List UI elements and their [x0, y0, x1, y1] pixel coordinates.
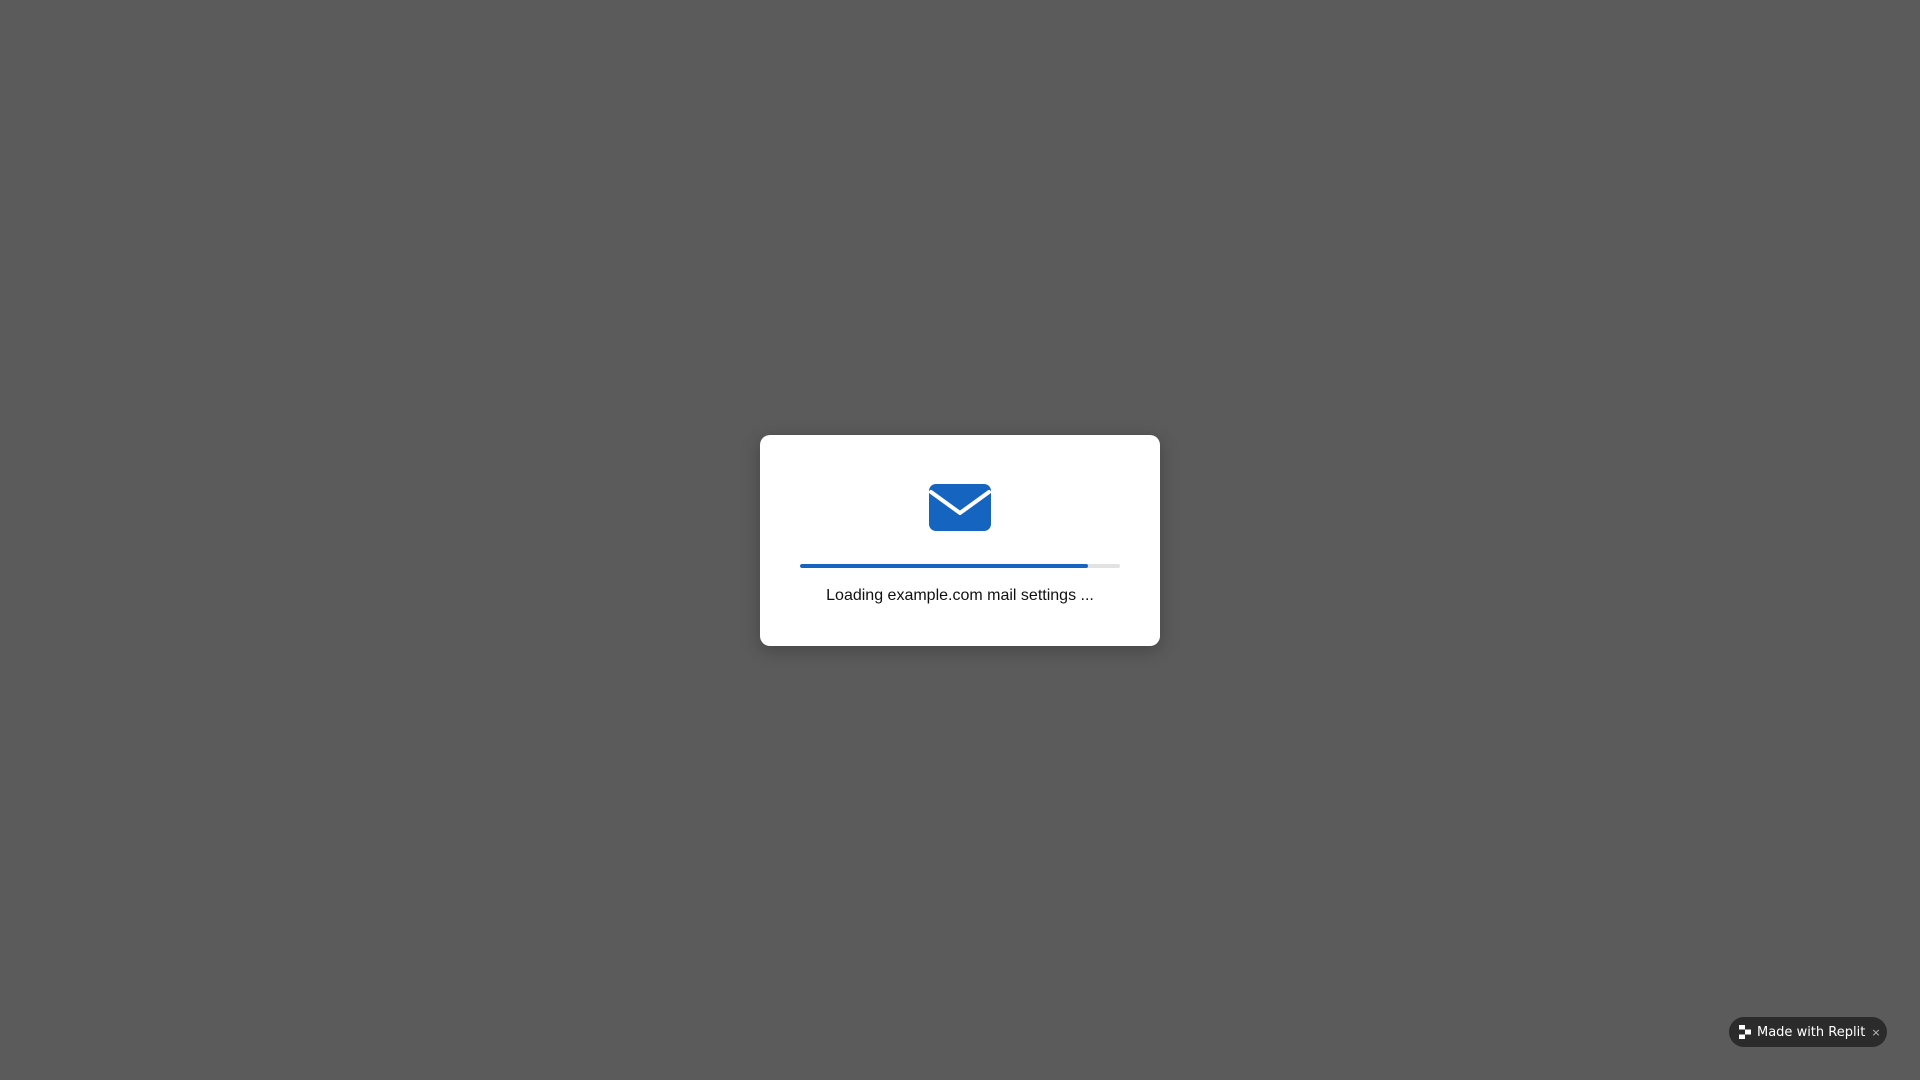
made-with-replit-badge[interactable]: Made with Replit × — [1729, 1017, 1887, 1047]
close-icon[interactable]: × — [1871, 1026, 1880, 1039]
replit-logo-icon — [1739, 1025, 1751, 1039]
loading-message: Loading example.com mail settings ... — [826, 587, 1094, 604]
progress-bar — [800, 564, 1120, 568]
loading-dialog: Loading example.com mail settings ... — [760, 435, 1160, 646]
progress-bar-fill — [800, 564, 1088, 568]
envelope-icon — [929, 484, 991, 531]
badge-label: Made with Replit — [1757, 1024, 1866, 1040]
